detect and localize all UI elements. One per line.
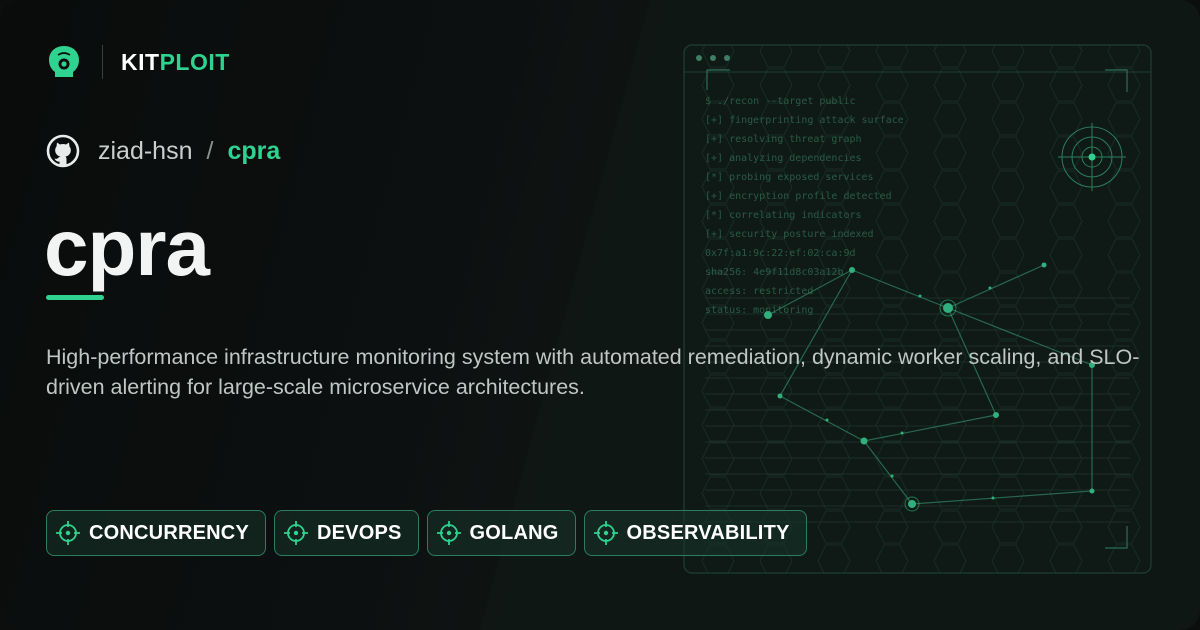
tag-label: CONCURRENCY (89, 521, 249, 544)
tag-label: DEVOPS (316, 521, 402, 544)
terminal-log: $ ./recon --target public [+] fingerprint… (705, 92, 904, 320)
crosshair-icon (436, 521, 461, 545)
terminal-line: [*] probing exposed services (705, 172, 874, 183)
title-underline (46, 295, 104, 300)
terminal-line: [+] fingerprinting attack surface (705, 115, 904, 126)
terminal-line: [*] correlating indicators (705, 210, 862, 221)
terminal-line: access: restricted (705, 286, 814, 297)
crosshair-icon (593, 521, 618, 545)
repo-breadcrumb: ziad-hsn / cpra (46, 134, 280, 168)
brand-name-part1: KIT (121, 48, 160, 75)
tag-label: GOLANG (469, 521, 559, 544)
crosshair-icon (56, 521, 80, 545)
topic-tags: CONCURRENCY DEVOPS GOLANG OBSERVABILITY (46, 510, 807, 556)
kitploit-logo-icon (49, 46, 79, 77)
terminal-line: [+] resolving threat graph (705, 134, 862, 145)
repo-owner-link[interactable]: ziad-hsn (98, 137, 193, 166)
page-title: cpra (44, 203, 210, 292)
brand-name-part2: PLOIT (159, 48, 230, 75)
tag-concurrency[interactable]: CONCURRENCY (46, 510, 266, 556)
tag-golang[interactable]: GOLANG (426, 510, 576, 556)
terminal-line: [+] security posture indexed (705, 229, 874, 240)
terminal-line: $ ./recon --target public (705, 96, 856, 107)
terminal-line: status: monitoring (705, 305, 814, 316)
tag-devops[interactable]: DEVOPS (273, 510, 419, 556)
social-card: $ ./recon --target public [+] fingerprint… (0, 0, 1200, 630)
brand-name: KITPLOIT (121, 49, 230, 76)
repo-name-link[interactable]: cpra (227, 137, 280, 166)
terminal-line: [+] encryption profile detected (705, 191, 892, 202)
terminal-line: sha256: 4e9f11d8c03a12b (705, 267, 844, 278)
tag-label: OBSERVABILITY (626, 521, 790, 544)
terminal-line: 0x7f:a1:9c:22:ef:02:ca:9d (705, 248, 856, 259)
github-icon (46, 134, 80, 168)
repo-description: High-performance infrastructure monitori… (46, 345, 1140, 399)
crosshair-icon (283, 521, 308, 545)
terminal-line: [+] analyzing dependencies (705, 153, 862, 164)
tag-observability[interactable]: OBSERVABILITY (583, 510, 807, 556)
repo-separator: / (206, 136, 214, 165)
brand-divider (102, 45, 103, 79)
brand-header: KITPLOIT (48, 42, 230, 82)
